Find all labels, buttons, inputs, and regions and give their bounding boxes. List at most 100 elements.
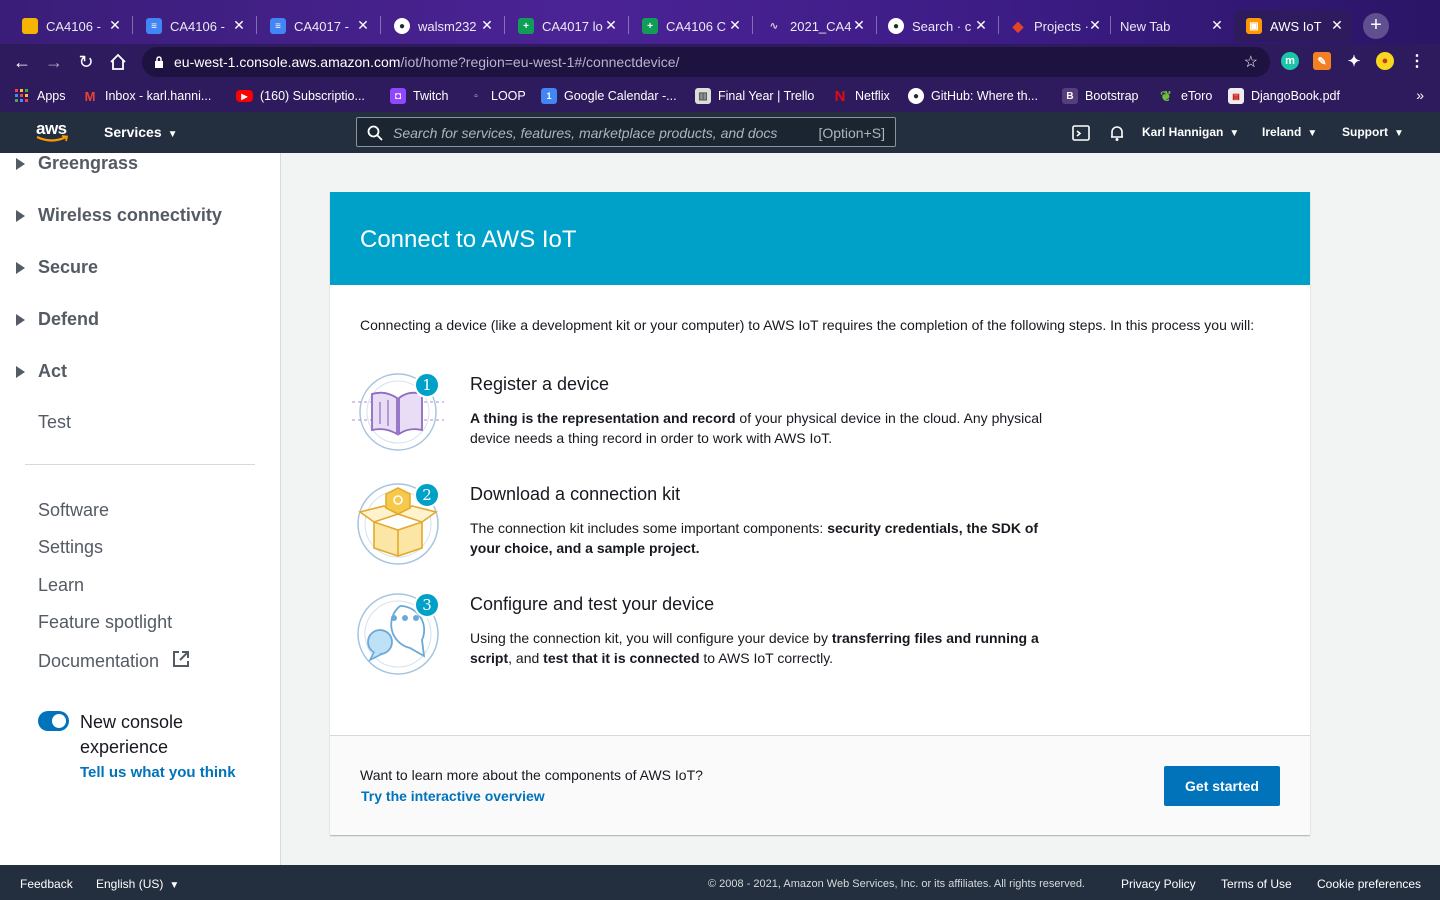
cloudshell-icon[interactable] <box>1071 123 1091 143</box>
bookmark-label: GitHub: Where th... <box>931 89 1038 103</box>
browser-tab[interactable]: + CA4017 lo ✕ <box>506 10 626 42</box>
nav-group-act[interactable]: Act <box>16 361 67 382</box>
browser-tab[interactable]: ∿ 2021_CA4 ✕ <box>754 10 874 42</box>
bookmark-label: Apps <box>37 89 66 103</box>
page-title: Connect to AWS IoT <box>360 226 577 253</box>
trello-icon: ▥ <box>695 88 711 104</box>
step-number-badge: 2 <box>414 482 440 508</box>
get-started-button[interactable]: Get started <box>1164 766 1280 806</box>
nav-item-test[interactable]: Test <box>38 412 71 433</box>
browser-tab-active[interactable]: ▣ AWS IoT ✕ <box>1234 10 1352 42</box>
aws-logo[interactable]: aws <box>36 119 72 145</box>
close-icon[interactable]: ✕ <box>604 18 618 32</box>
close-icon[interactable]: ✕ <box>728 18 742 32</box>
caret-down-icon: ▼ <box>1307 128 1318 139</box>
nav-item-learn[interactable]: Learn <box>38 575 84 596</box>
nav-group-wireless[interactable]: Wireless connectivity <box>16 205 222 226</box>
new-console-toggle[interactable] <box>38 711 69 731</box>
nav-item-software[interactable]: Software <box>38 500 109 521</box>
external-link-icon <box>173 651 190 667</box>
extension-icon[interactable]: m <box>1281 52 1299 70</box>
home-icon[interactable] <box>106 50 130 74</box>
new-tab-button[interactable]: + <box>1363 13 1389 39</box>
footer-feedback-link[interactable]: Feedback <box>20 877 73 891</box>
bookmarks-overflow-button[interactable]: » <box>1416 87 1424 103</box>
bookmark-item[interactable]: N Netflix <box>832 87 890 105</box>
language-selector[interactable]: English (US) ▼ <box>96 877 179 891</box>
puzzle-icon[interactable]: ✦ <box>1345 52 1363 70</box>
bookmark-star-icon[interactable]: ☆ <box>1244 52 1258 72</box>
feedback-link[interactable]: Tell us what you think <box>80 764 236 781</box>
more-menu-icon[interactable]: ⋮ <box>1408 52 1426 70</box>
bookmark-label: eToro <box>1181 89 1213 103</box>
search-placeholder: Search for services, features, marketpla… <box>393 125 778 141</box>
close-icon[interactable]: ✕ <box>356 18 370 32</box>
address-bar[interactable]: eu-west-1.console.aws.amazon.com/iot/hom… <box>142 47 1270 77</box>
bell-icon[interactable] <box>1107 123 1127 143</box>
services-menu[interactable]: Services ▼ <box>104 124 178 140</box>
browser-toolbar: ← → ↻ eu-west-1.console.aws.amazon.com/i… <box>0 44 1440 80</box>
interactive-overview-link[interactable]: Try the interactive overview <box>361 788 545 804</box>
search-input[interactable]: Search for services, features, marketpla… <box>356 117 896 147</box>
region-menu[interactable]: Ireland ▼ <box>1262 125 1317 139</box>
close-icon[interactable]: ✕ <box>108 18 122 32</box>
close-icon[interactable]: ✕ <box>974 18 988 32</box>
console-footer: Feedback English (US) ▼ © 2008 - 2021, Am… <box>0 865 1440 900</box>
bookmark-item[interactable]: ▥ Final Year | Trello <box>695 87 814 105</box>
step-text: Using the connection kit, you will confi… <box>470 630 832 646</box>
bookmark-item[interactable]: ❦ eToro <box>1158 87 1212 105</box>
privacy-policy-link[interactable]: Privacy Policy <box>1121 877 1196 891</box>
nav-group-defend[interactable]: Defend <box>16 309 99 330</box>
close-icon[interactable]: ✕ <box>1330 18 1344 32</box>
close-icon[interactable]: ✕ <box>480 18 494 32</box>
support-menu[interactable]: Support ▼ <box>1342 125 1404 139</box>
back-icon[interactable]: ← <box>10 50 34 74</box>
avatar[interactable]: ● <box>1376 52 1394 70</box>
browser-tab-bar: CA4106 - ✕ ≡ CA4106 - ✕ ≡ CA4017 - ✕ ● w… <box>0 0 1440 44</box>
cookie-preferences-link[interactable]: Cookie preferences <box>1317 877 1421 891</box>
bookmark-item[interactable]: ▤ DjangoBook.pdf <box>1228 87 1340 105</box>
nav-item-feature-spotlight[interactable]: Feature spotlight <box>38 612 172 633</box>
reload-icon[interactable]: ↻ <box>74 50 98 74</box>
bookmark-item[interactable]: Apps <box>14 87 66 105</box>
nav-group-secure[interactable]: Secure <box>16 257 98 278</box>
bookmark-item[interactable]: ▫ LOOP <box>468 87 526 105</box>
step-emphasis: A thing is the representation and record <box>470 410 736 426</box>
browser-tab[interactable]: ● walsm232 ✕ <box>382 10 502 42</box>
bookmark-item[interactable]: 1 Google Calendar -... <box>541 87 677 105</box>
pdf-icon: ▤ <box>1228 88 1244 104</box>
browser-tab[interactable]: ≡ CA4017 - ✕ <box>258 10 378 42</box>
bookmark-item[interactable]: M Inbox - karl.hanni... <box>82 87 212 105</box>
browser-tab[interactable]: ≡ CA4106 - ✕ <box>134 10 254 42</box>
bookmark-label: Final Year | Trello <box>718 89 815 103</box>
bookmark-item[interactable]: ● GitHub: Where th... <box>908 87 1038 105</box>
extension-icon[interactable]: ✎ <box>1313 52 1331 70</box>
nav-item-settings[interactable]: Settings <box>38 537 103 558</box>
bookmark-item[interactable]: ◘ Twitch <box>390 87 448 105</box>
account-menu[interactable]: Karl Hannigan ▼ <box>1142 125 1239 139</box>
calendar-icon: 1 <box>541 88 557 104</box>
bookmark-item[interactable]: B Bootstrap <box>1062 87 1139 105</box>
browser-tab[interactable]: New Tab ✕ <box>1110 10 1232 42</box>
browser-tab[interactable]: CA4106 - ✕ <box>10 10 130 42</box>
terms-of-use-link[interactable]: Terms of Use <box>1221 877 1292 891</box>
bookmark-item[interactable]: ▶ (160) Subscriptio... <box>236 87 365 105</box>
tab-divider <box>380 16 381 34</box>
caret-right-icon <box>16 313 25 326</box>
nav-group-label: Act <box>38 361 68 381</box>
close-icon[interactable]: ✕ <box>1088 18 1102 32</box>
step-register-device: 1 Register a device A thing is the repre… <box>350 372 1070 472</box>
forward-icon[interactable]: → <box>42 50 66 74</box>
support-label: Support <box>1342 125 1388 139</box>
close-icon[interactable]: ✕ <box>232 18 246 32</box>
close-icon[interactable]: ✕ <box>852 18 866 32</box>
nav-item-documentation[interactable]: Documentation <box>38 650 190 672</box>
github-icon: ● <box>908 88 924 104</box>
browser-tab[interactable]: ◆ Projects · ✕ <box>998 10 1110 42</box>
bookmark-label: Twitch <box>413 89 449 103</box>
close-icon[interactable]: ✕ <box>1210 18 1224 32</box>
nav-group-greengrass[interactable]: Greengrass <box>16 153 138 174</box>
browser-tab[interactable]: ● Search · c ✕ <box>876 10 996 42</box>
step-text: to AWS IoT correctly. <box>699 650 834 666</box>
browser-tab[interactable]: + CA4106 C ✕ <box>630 10 750 42</box>
